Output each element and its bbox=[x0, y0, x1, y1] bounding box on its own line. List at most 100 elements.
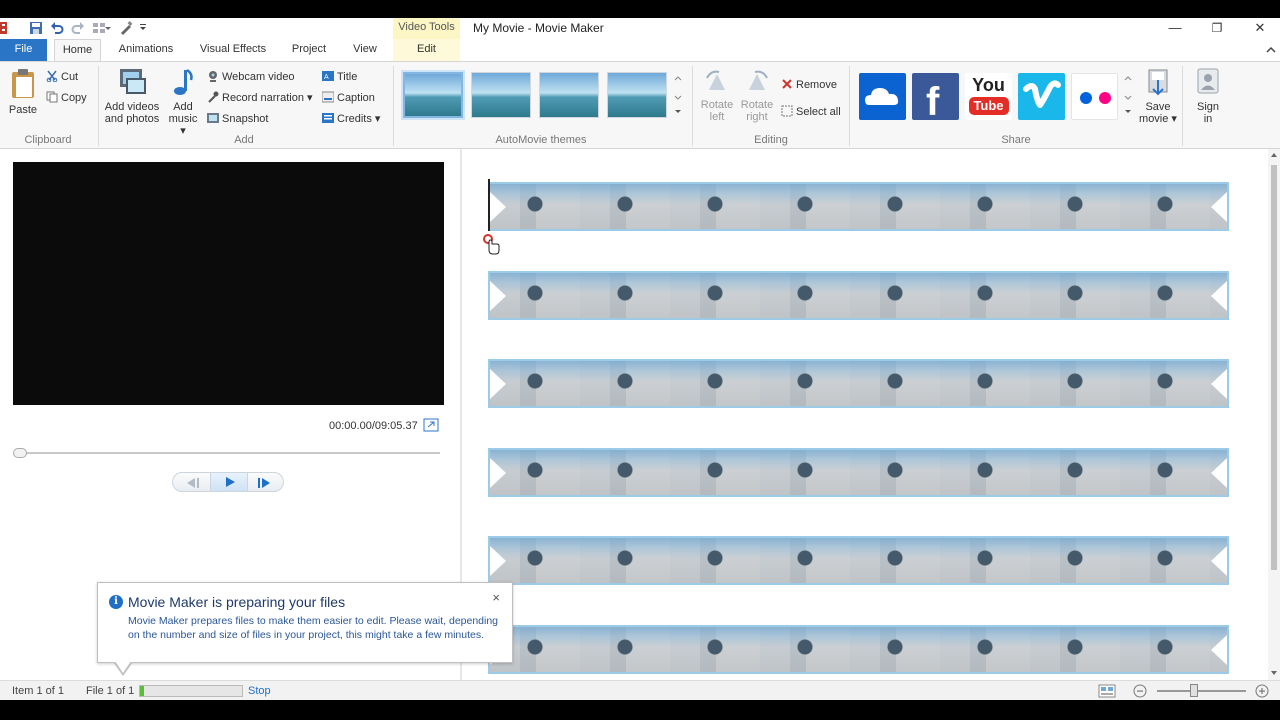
redo-icon[interactable] bbox=[71, 21, 85, 35]
tab-edit[interactable]: Edit bbox=[393, 39, 460, 61]
automovie-theme-3[interactable] bbox=[539, 72, 599, 118]
tab-visual-effects[interactable]: Visual Effects bbox=[194, 39, 272, 61]
zoom-slider-thumb[interactable] bbox=[1190, 684, 1198, 697]
tab-animations[interactable]: Animations bbox=[112, 39, 180, 61]
fullscreen-icon[interactable] bbox=[423, 418, 439, 432]
rotate-right-label-1: Rotate bbox=[740, 99, 774, 111]
seek-bar[interactable] bbox=[14, 452, 440, 454]
share-group-label: Share bbox=[1001, 134, 1031, 146]
copy-label: Copy bbox=[61, 92, 87, 104]
zoom-slider[interactable] bbox=[1157, 690, 1246, 692]
video-preview[interactable] bbox=[13, 162, 444, 405]
clipboard-group-label: Clipboard bbox=[24, 134, 72, 146]
remove-button[interactable]: Remove bbox=[781, 76, 837, 94]
clip-strip[interactable] bbox=[488, 536, 1229, 585]
info-icon: i bbox=[109, 595, 123, 609]
save-icon[interactable] bbox=[29, 21, 43, 35]
credits-button[interactable]: Credits ▾ bbox=[322, 110, 380, 128]
select-all-button[interactable]: Select all bbox=[781, 103, 841, 121]
share-scroll-icon[interactable] bbox=[1123, 70, 1133, 120]
credits-label: Credits bbox=[337, 113, 372, 125]
pen-icon[interactable] bbox=[119, 21, 133, 35]
ribbon-separator bbox=[1182, 66, 1183, 146]
scroll-up-icon[interactable] bbox=[1270, 151, 1278, 159]
clipboard-icon bbox=[12, 69, 34, 98]
play-button[interactable] bbox=[210, 473, 248, 491]
clip-strip[interactable] bbox=[488, 271, 1229, 320]
undo-icon[interactable] bbox=[50, 21, 64, 35]
tab-home[interactable]: Home bbox=[54, 39, 101, 62]
storyboard-scrollbar[interactable] bbox=[1268, 149, 1280, 680]
rotate-right-button[interactable]: Rotate right bbox=[739, 68, 775, 123]
vimeo-share-button[interactable] bbox=[1018, 73, 1065, 120]
copy-button[interactable]: Copy bbox=[46, 89, 87, 107]
collapse-ribbon-icon[interactable] bbox=[1265, 44, 1277, 56]
next-frame-icon[interactable] bbox=[255, 476, 275, 490]
caption-button[interactable]: Caption bbox=[322, 89, 375, 107]
user-icon bbox=[1197, 68, 1219, 94]
automovie-theme-4[interactable] bbox=[607, 72, 667, 118]
clip-strip[interactable] bbox=[488, 625, 1229, 674]
caption-icon bbox=[322, 91, 334, 103]
hand-cursor-icon bbox=[483, 234, 500, 255]
playhead[interactable] bbox=[488, 179, 490, 231]
rotate-left-button[interactable]: Rotate left bbox=[699, 68, 735, 123]
add-music-label-1: Add bbox=[173, 101, 193, 113]
status-item-count: Item 1 of 1 bbox=[12, 685, 64, 697]
themes-scroll-icon[interactable] bbox=[673, 70, 683, 120]
title-button[interactable]: A Title bbox=[322, 68, 357, 86]
close-button[interactable]: ✕ bbox=[1240, 18, 1280, 39]
tab-view[interactable]: View bbox=[346, 39, 384, 61]
clip-strip[interactable] bbox=[488, 182, 1229, 231]
snapshot-button[interactable]: Snapshot bbox=[207, 110, 268, 128]
title-icon: A bbox=[322, 71, 334, 81]
title-label: Title bbox=[337, 71, 358, 83]
sign-in-button[interactable]: Sign in bbox=[1190, 66, 1226, 125]
record-narration-button[interactable]: Record narration ▾ bbox=[207, 89, 313, 107]
app-icon bbox=[0, 22, 7, 34]
notification-body: Movie Maker prepares files to make them … bbox=[128, 615, 499, 641]
youtube-you-text: You bbox=[972, 75, 1005, 95]
vimeo-icon bbox=[1023, 80, 1061, 108]
zoom-out-icon[interactable] bbox=[1133, 684, 1147, 698]
status-bar: Item 1 of 1 File 1 of 1 Stop bbox=[0, 680, 1280, 700]
flickr-share-button[interactable] bbox=[1071, 73, 1118, 120]
zoom-in-icon[interactable] bbox=[1255, 684, 1269, 698]
youtube-share-button[interactable]: You Tube bbox=[965, 73, 1012, 120]
restore-button[interactable]: ❐ bbox=[1197, 18, 1237, 39]
notification-close-button[interactable]: × bbox=[492, 590, 500, 605]
chevron-down-icon[interactable] bbox=[104, 21, 112, 35]
automovie-theme-2[interactable] bbox=[471, 72, 531, 118]
flickr-icon bbox=[1080, 92, 1111, 104]
webcam-video-button[interactable]: Webcam video bbox=[207, 68, 295, 86]
facebook-share-button[interactable]: f bbox=[912, 73, 959, 124]
storyboard-view-icon[interactable] bbox=[1098, 683, 1116, 699]
add-group-label: Add bbox=[234, 134, 254, 146]
title-bar: Video Tools My Movie - Movie Maker — ❐ ✕ bbox=[0, 18, 1280, 39]
tab-file[interactable]: File bbox=[0, 39, 47, 61]
minimize-button[interactable]: — bbox=[1155, 18, 1195, 39]
scroll-thumb[interactable] bbox=[1271, 165, 1277, 570]
clip-strip[interactable] bbox=[488, 359, 1229, 408]
tab-project[interactable]: Project bbox=[285, 39, 333, 61]
onedrive-share-button[interactable] bbox=[859, 73, 906, 120]
clip-strip[interactable] bbox=[488, 448, 1229, 497]
seek-thumb[interactable] bbox=[13, 448, 27, 458]
video-tools-context-label: Video Tools bbox=[393, 18, 460, 39]
add-videos-photos-button[interactable]: Add videos and photos bbox=[102, 66, 162, 125]
add-music-button[interactable]: Add music ▾ bbox=[165, 66, 201, 137]
quick-access-dropdown-icon[interactable] bbox=[139, 21, 147, 35]
save-movie-button[interactable]: Save movie ▾ bbox=[1138, 66, 1178, 125]
cut-label: Cut bbox=[61, 71, 79, 83]
cut-button[interactable]: Cut bbox=[46, 68, 78, 86]
rotate-right-icon bbox=[749, 70, 768, 90]
playback-controls bbox=[172, 472, 284, 492]
scroll-down-icon[interactable] bbox=[1270, 669, 1278, 677]
previous-frame-icon[interactable] bbox=[183, 476, 203, 490]
caption-label: Caption bbox=[337, 92, 375, 104]
automovie-theme-1[interactable] bbox=[403, 72, 463, 118]
add-videos-label-2: and photos bbox=[104, 113, 160, 125]
stop-link[interactable]: Stop bbox=[248, 685, 271, 697]
sign-in-label-1: Sign bbox=[1196, 101, 1220, 113]
paste-button[interactable]: Paste bbox=[6, 68, 40, 116]
